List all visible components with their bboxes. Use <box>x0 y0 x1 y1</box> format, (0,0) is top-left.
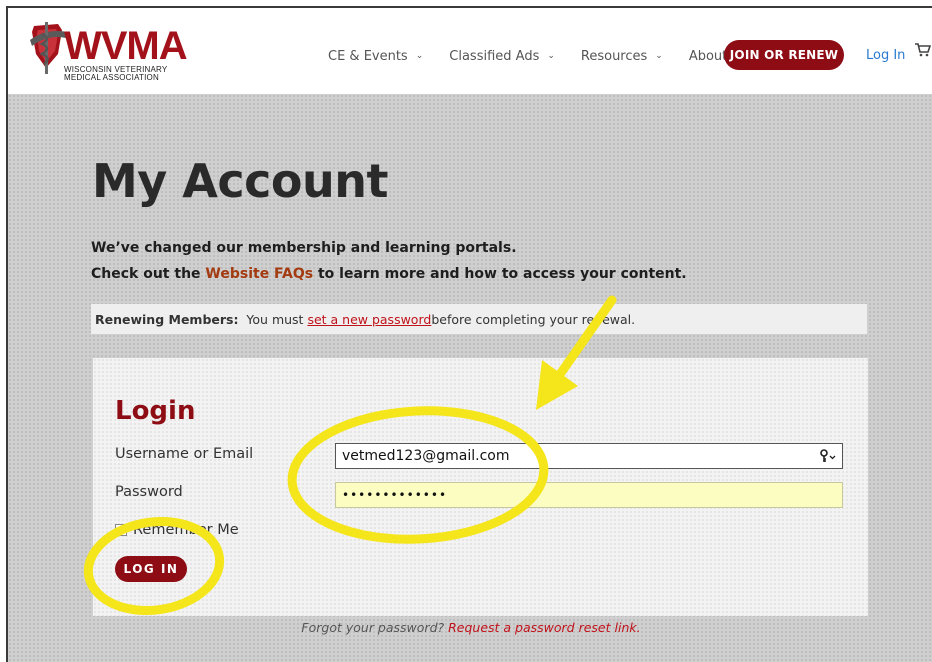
remember-me-row[interactable]: Remember Me <box>115 522 239 538</box>
intro-line-2-suffix: to learn more and how to access your con… <box>313 266 687 282</box>
username-input[interactable]: vetmed123@gmail.com <box>335 443 843 469</box>
nav-item-classified-ads[interactable]: Classified Ads ⌄ <box>449 49 555 64</box>
nav-item-ce-events[interactable]: CE & Events ⌄ <box>328 49 423 64</box>
password-input[interactable]: ••••••••••••• <box>335 482 843 508</box>
nav-item-label: CE & Events <box>328 48 408 64</box>
login-heading: Login <box>115 396 196 426</box>
set-new-password-link[interactable]: set a new password <box>307 312 431 327</box>
logo-subtitle: WISCONSIN VETERINARY MEDICAL ASSOCIATION <box>64 66 167 82</box>
notice-label: Renewing Members: <box>95 311 239 327</box>
chevron-down-icon: ⌄ <box>655 51 663 61</box>
notice-text-before: You must <box>238 311 308 327</box>
renewal-notice: Renewing Members: You must set a new pas… <box>91 304 867 334</box>
join-or-renew-button[interactable]: JOIN OR RENEW <box>724 40 844 70</box>
username-label: Username or Email <box>115 446 254 462</box>
login-form: Login Username or Email vetmed123@gmail.… <box>93 358 868 616</box>
website-faqs-link[interactable]: Website FAQs <box>205 266 313 282</box>
wvma-logo[interactable]: WVMA WISCONSIN VETERINARY MEDICAL ASSOCI… <box>28 20 188 84</box>
page-title: My Account <box>92 154 389 208</box>
logo-subtitle-line2: MEDICAL ASSOCIATION <box>64 73 159 82</box>
account-page: My Account We’ve changed our membership … <box>8 94 932 662</box>
header-login-link[interactable]: Log In <box>866 48 905 63</box>
intro-line-2-prefix: Check out the <box>91 266 206 282</box>
password-reset-link[interactable]: Request a password reset link. <box>448 620 640 635</box>
logo-wordmark: WVMA <box>64 24 188 68</box>
log-in-button[interactable]: LOG IN <box>115 556 187 582</box>
nav-item-label: Classified Ads <box>449 48 540 64</box>
intro-line-2: Check out the Website FAQs to learn more… <box>91 266 687 282</box>
main-nav: CE & Events ⌄ Classified Ads ⌄ Resources… <box>328 44 789 68</box>
notice-text-after: before completing your renewal. <box>431 311 636 327</box>
site-header: WVMA WISCONSIN VETERINARY MEDICAL ASSOCI… <box>8 8 932 94</box>
forgot-password-text: Forgot your password? <box>301 620 449 635</box>
chevron-down-icon: ⌄ <box>415 51 424 61</box>
intro-line-1: We’ve changed our membership and learnin… <box>91 240 517 256</box>
chevron-down-icon: ⌄ <box>547 51 555 61</box>
remember-me-label: Remember Me <box>133 522 239 538</box>
username-value: vetmed123@gmail.com <box>342 448 510 464</box>
browser-viewport: WVMA WISCONSIN VETERINARY MEDICAL ASSOCI… <box>6 6 932 662</box>
password-label: Password <box>115 484 183 500</box>
forgot-password-row: Forgot your password? Request a password… <box>8 620 932 635</box>
cart-icon[interactable] <box>915 43 931 57</box>
nav-item-resources[interactable]: Resources ⌄ <box>581 49 663 64</box>
remember-me-checkbox[interactable] <box>115 524 127 536</box>
nav-item-label: Resources <box>580 48 648 64</box>
password-manager-key-icon[interactable] <box>818 448 838 464</box>
